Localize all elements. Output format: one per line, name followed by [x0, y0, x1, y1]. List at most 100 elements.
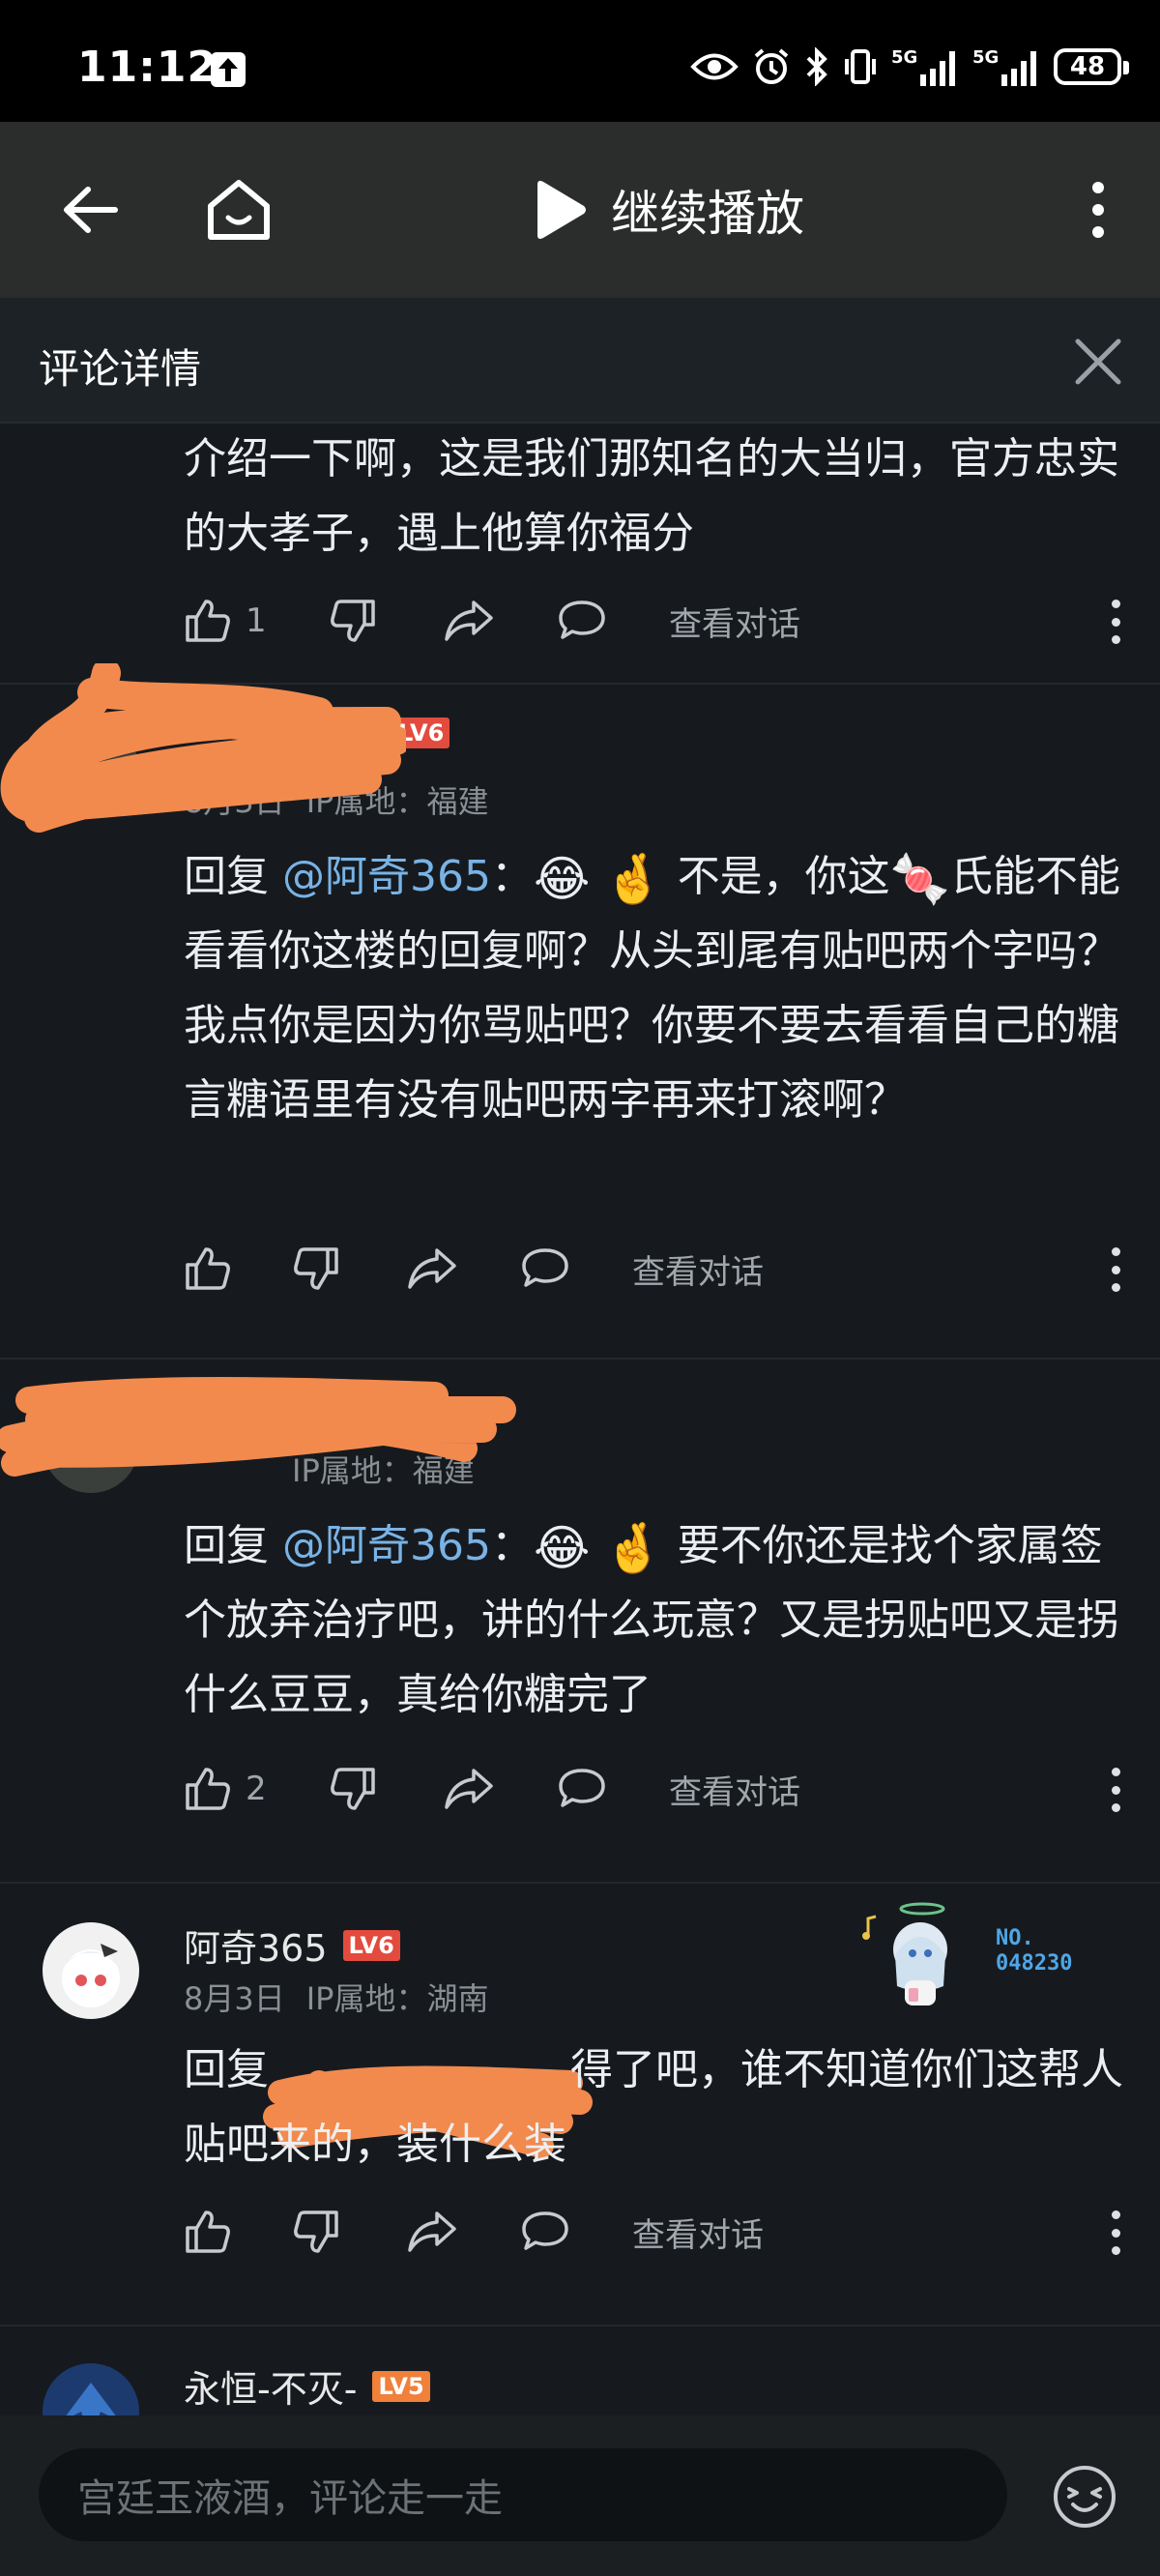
- dislike-button[interactable]: [292, 2203, 340, 2261]
- signal-5g-icon: 5G: [972, 47, 1036, 86]
- comment-more-icon[interactable]: [1110, 2210, 1121, 2255]
- view-conversation-link[interactable]: 查看对话: [669, 592, 800, 650]
- battery-indicator: 48: [1054, 48, 1129, 85]
- home-icon[interactable]: [195, 168, 282, 251]
- dislike-button[interactable]: [292, 1240, 340, 1298]
- comment-actions: 查看对话: [184, 1240, 1121, 1298]
- status-bar: 11:12 5G 5G 48: [0, 0, 1160, 122]
- view-conversation-link[interactable]: 查看对话: [632, 2203, 764, 2261]
- bluetooth-icon: [806, 47, 827, 86]
- thumbs-down-icon: [331, 600, 375, 642]
- like-button[interactable]: [184, 2203, 246, 2261]
- chat-bubble-icon: [559, 1769, 605, 1807]
- avatar[interactable]: [43, 2363, 139, 2415]
- section-title: 评论详情: [39, 345, 202, 393]
- avatar[interactable]: [43, 1396, 139, 1493]
- view-conversation-link[interactable]: 查看对话: [669, 1760, 800, 1818]
- comment-body: 回复 得了吧，谁不知道你们这帮人贴吧来的，装什么装: [184, 2045, 1123, 2169]
- comment-item: LV6 8月3日 IP属地：福建 回复 @阿奇365：😂 🤞 不是，你这🍬氏能不能…: [0, 663, 1160, 1360]
- share-button[interactable]: [406, 2203, 458, 2261]
- dislike-button[interactable]: [329, 592, 377, 650]
- comment-item: 阿奇365 LV6 8月3日 IP属地：湖南 NO. 048230 回复 得了吧，谁…: [0, 1882, 1160, 2327]
- signal-5g-icon: 5G: [891, 47, 955, 86]
- comment-detail-header: 评论详情: [0, 298, 1160, 424]
- reply-button[interactable]: [520, 2203, 570, 2261]
- share-icon: [445, 1769, 493, 1809]
- comment-more-icon[interactable]: [1110, 1768, 1121, 1812]
- level-badge: LV6: [342, 1929, 400, 1961]
- comment-meta: 8月3日 IP属地：湖南: [184, 1980, 489, 2017]
- avatar[interactable]: [43, 1922, 139, 2019]
- more-vertical-icon[interactable]: [1079, 176, 1117, 244]
- comment-username[interactable]: LV6: [184, 717, 450, 748]
- svg-text:5G: 5G: [891, 47, 917, 68]
- thumbs-down-icon: [294, 2210, 338, 2253]
- status-icons: 5G 5G 48: [690, 43, 1129, 91]
- share-icon: [408, 1248, 456, 1289]
- comment-body: 回复 @阿奇365：😂 🤞 不是，你这🍬氏能不能看看你这楼的回复啊？从头到尾有贴…: [184, 851, 1120, 1125]
- eye-icon: [690, 53, 739, 80]
- comment-more-icon[interactable]: [1110, 1247, 1121, 1292]
- share-button[interactable]: [443, 1760, 495, 1818]
- reply-button[interactable]: [557, 1760, 607, 1818]
- vibrate-icon: [845, 49, 876, 84]
- share-icon: [445, 600, 493, 641]
- comment-meta: 8月3日 IP属地：福建: [184, 783, 489, 820]
- thumbs-up-icon: [186, 600, 230, 642]
- back-arrow-icon[interactable]: [50, 170, 130, 249]
- continue-playback-label: 继续播放: [611, 186, 804, 242]
- comment-meta: IP属地：福建: [292, 1452, 475, 1489]
- thumbs-up-icon: [186, 1768, 230, 1810]
- svg-text:5G: 5G: [972, 47, 999, 68]
- comment-actions: 2 查看对话: [184, 1760, 1121, 1818]
- thumbs-up-icon: [186, 2210, 230, 2253]
- fan-badge-number: NO. 048230: [996, 1926, 1073, 1976]
- dislike-button[interactable]: [329, 1760, 377, 1818]
- comment-actions: 查看对话: [184, 2203, 1121, 2261]
- comment-more-icon[interactable]: [1110, 600, 1121, 644]
- comment-username[interactable]: 阿奇365 LV6: [184, 1918, 400, 1972]
- emoji-fingers-crossed: 🤞: [603, 851, 664, 907]
- comment-body: 介绍一下啊，这是我们那知名的大当归，官方忠实的大孝子，遇上他算你福分: [184, 434, 1119, 558]
- reply-button[interactable]: [520, 1240, 570, 1298]
- comment-item: 介绍一下啊，这是我们那知名的大当归，官方忠实的大孝子，遇上他算你福分 1 查看对…: [0, 422, 1160, 685]
- comment-input-placeholder: 宫廷玉液酒，评论走一走: [77, 2476, 503, 2521]
- comment-actions: 1 查看对话: [184, 592, 1121, 650]
- share-icon: [408, 2211, 456, 2252]
- share-button[interactable]: [406, 1240, 458, 1298]
- emoji-candy: 🍬: [889, 851, 950, 907]
- emoji-laughing: 😂: [533, 1520, 591, 1576]
- status-time: 11:12: [77, 43, 218, 92]
- view-conversation-link[interactable]: 查看对话: [632, 1240, 764, 1298]
- fan-badge-character: [860, 1899, 976, 2015]
- like-button[interactable]: 2: [184, 1760, 267, 1818]
- user-mention[interactable]: @阿奇365: [282, 1521, 491, 1570]
- alarm-icon: [754, 48, 789, 84]
- comment-item: IP属地：福建 回复 @阿奇365：😂 🤞 要不你还是找个家属签个放弃治疗吧，讲…: [0, 1358, 1160, 1884]
- play-icon: [537, 181, 586, 239]
- emoji-fingers-crossed: 🤞: [603, 1520, 664, 1576]
- emoji-face-icon[interactable]: [1050, 2462, 1119, 2532]
- comment-list[interactable]: 介绍一下啊，这是我们那知名的大当归，官方忠实的大孝子，遇上他算你福分 1 查看对…: [0, 422, 1160, 2415]
- chat-bubble-icon: [559, 600, 605, 639]
- thumbs-down-icon: [331, 1768, 375, 1810]
- upload-icon: [211, 52, 246, 87]
- level-badge: LV6: [392, 717, 450, 748]
- thumbs-up-icon: [186, 1247, 230, 1290]
- thumbs-down-icon: [294, 1247, 338, 1290]
- avatar[interactable]: [43, 721, 139, 818]
- comment-input[interactable]: 宫廷玉液酒，评论走一走: [39, 2448, 1007, 2541]
- emoji-laughing: 😂: [533, 851, 591, 907]
- comment-username[interactable]: 永恒-不灭- LV5: [184, 2359, 430, 2413]
- continue-playback-button[interactable]: 继续播放: [532, 176, 804, 244]
- chat-bubble-icon: [522, 2211, 568, 2250]
- reply-button[interactable]: [557, 592, 607, 650]
- like-button[interactable]: 1: [184, 592, 267, 650]
- like-button[interactable]: [184, 1240, 246, 1298]
- close-icon[interactable]: [1071, 335, 1125, 389]
- share-button[interactable]: [443, 592, 495, 650]
- user-mention[interactable]: @阿奇365: [282, 852, 491, 901]
- level-badge: LV5: [372, 2370, 430, 2402]
- top-app-bar: 继续播放: [0, 122, 1160, 298]
- comment-body: 回复 @阿奇365：😂 🤞 要不你还是找个家属签个放弃治疗吧，讲的什么玩意？又是…: [184, 1520, 1119, 1719]
